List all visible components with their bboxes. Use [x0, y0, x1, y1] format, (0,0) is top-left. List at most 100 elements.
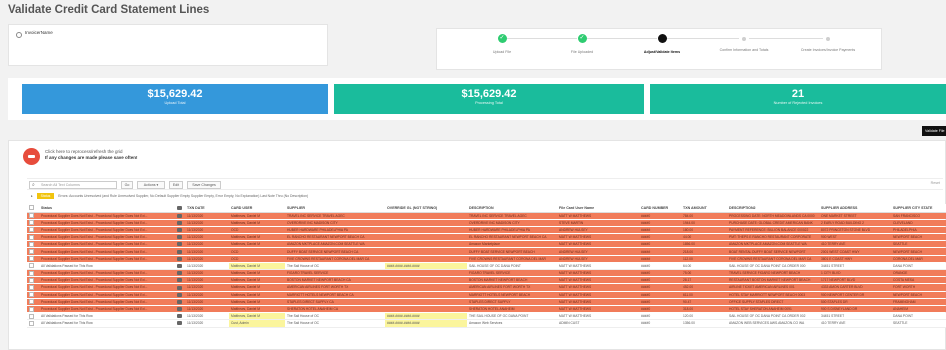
table-cell[interactable]: BOAT RENTAL DUFFY BOAT SERVICE NEWPORT [727, 247, 819, 256]
table-cell[interactable]: Procedural Supplier Does Not Exist - Pro… [39, 298, 175, 306]
table-cell[interactable]: FIVE CROWNS RESTAURANT CORONA DEL MAR CA [285, 255, 385, 263]
save-changes-button[interactable]: Save Changes [187, 181, 221, 189]
table-row[interactable]: Procedural Supplier Does Not Exist - Pro… [27, 298, 946, 306]
row-checkbox[interactable] [29, 256, 34, 262]
table-cell[interactable]: 90.47 [681, 298, 727, 306]
table-cell[interactable]: Procedural Supplier Does Not Exist - Pro… [39, 226, 175, 235]
table-cell[interactable]: SAIL HOUSE OF OC DANA POINT [467, 262, 557, 271]
table-cell[interactable]: 64.00 [681, 262, 727, 271]
table-cell[interactable]: MATT W MATTHEWS [557, 312, 639, 321]
table-cell[interactable]: Procedural Supplier Does Not Exist - Pro… [39, 283, 175, 292]
table-row[interactable]: All Validations Passed for This Row 11/13… [27, 319, 946, 328]
table-cell[interactable]: TRAVEL INC SERVICE TRAVEL AGEC [467, 212, 557, 220]
table-cell[interactable]: ####0 [639, 291, 681, 299]
table-cell[interactable]: ####-####-####-#### [385, 262, 467, 271]
table-cell[interactable]: STEVE MARTIN [557, 219, 639, 227]
table-cell[interactable]: 180.00 [681, 226, 727, 235]
column-header[interactable]: DESCRIPTION2 [727, 204, 819, 213]
table-cell[interactable]: 1356.00 [681, 319, 727, 328]
table-cell[interactable]: 34451 STREET [819, 262, 891, 271]
row-checkbox[interactable] [29, 292, 34, 298]
reset-button[interactable]: Reset [931, 181, 940, 185]
column-header[interactable]: SUPPLIER CITY STATE [891, 204, 946, 213]
table-cell[interactable]: HUBER HARDWARE PHILADELPHIA PA [285, 226, 385, 235]
table-cell[interactable]: SAN FRANCISCO [891, 212, 946, 220]
table-cell[interactable]: 2 EARLY ROAD BUILDING 2 [819, 219, 891, 227]
table-cell[interactable]: 218.00 [681, 247, 727, 256]
table-cell[interactable]: Amazon Web Services [467, 319, 557, 328]
table-cell[interactable]: 1944.00 [681, 219, 727, 227]
table-cell[interactable] [385, 247, 467, 256]
table-cell[interactable]: ##### [639, 247, 681, 256]
table-cell[interactable]: Procedural Supplier Does Not Exist - Pro… [39, 255, 175, 263]
table-cell[interactable]: The Sail House of OC [285, 319, 385, 328]
table-row[interactable]: Procedural Supplier Does Not Exist - Pro… [27, 226, 946, 235]
table-cell[interactable]: SHERATON HOTEL ANAHEIM CA [285, 305, 385, 314]
table-cell[interactable]: BOSTON MARKET NEWPORT BEACH [467, 276, 557, 285]
user-radio[interactable] [16, 32, 22, 38]
table-cell[interactable]: MATT W MATTHEWS [557, 233, 639, 242]
table-cell[interactable]: Matthews, Daniel M [229, 240, 285, 249]
table-cell[interactable]: 410 TERRY AVE [819, 240, 891, 249]
table-cell[interactable]: 11/13/2020 [185, 291, 229, 299]
table-cell[interactable]: Matthews, Daniel M [229, 233, 285, 242]
table-cell[interactable]: OCD [229, 226, 285, 235]
table-cell[interactable] [385, 276, 467, 285]
table-row[interactable]: All Validations Passed for This Row 11/13… [27, 262, 946, 271]
table-cell[interactable]: ####0 [639, 269, 681, 278]
column-header[interactable]: OVERRIDE GL (NOT STRING) [385, 204, 467, 213]
table-cell[interactable]: BOSTON MARKET NEWPORT BEACH CA [285, 276, 385, 285]
table-cell[interactable]: 11/13/2020 [185, 298, 229, 306]
table-cell[interactable] [385, 291, 467, 299]
table-cell[interactable]: AMAZON WEB SERVICES AWS.AMAZON.CO WA [727, 319, 819, 328]
table-cell[interactable]: MARRIOTT HOTELS NEWPORT BEACH [467, 291, 557, 299]
edit-button[interactable]: Edit [169, 181, 183, 189]
table-cell[interactable] [385, 219, 467, 227]
edit-icon[interactable] [177, 271, 182, 276]
table-cell[interactable]: 11/13/2020 [185, 319, 229, 328]
table-cell[interactable]: 2001 WEST COAST HWY [819, 247, 891, 256]
table-cell[interactable]: ORANGE [891, 269, 946, 278]
table-cell[interactable]: 11/13/2020 [185, 233, 229, 242]
table-cell[interactable]: HOTEL STAY SHERATON ANAHEIM 0091 [727, 305, 819, 314]
table-cell[interactable]: 3801 E COAST HWY [819, 255, 891, 263]
edit-icon[interactable] [177, 213, 182, 218]
row-checkbox[interactable] [29, 220, 34, 226]
edit-icon[interactable] [177, 285, 182, 290]
edit-icon[interactable] [177, 292, 182, 297]
search-input[interactable]: ⌕ Search All Text Columns [29, 181, 117, 189]
table-row[interactable]: Procedural Supplier Does Not Exist - Pro… [27, 247, 946, 256]
table-cell[interactable] [385, 283, 467, 292]
table-cell[interactable]: FIGARO TRAVEL SERVICE [285, 269, 385, 278]
table-cell[interactable]: Matthews, Daniel M [229, 283, 285, 292]
table-row[interactable]: Procedural Supplier Does Not Exist - Pro… [27, 219, 946, 227]
table-cell[interactable]: 410 TERRY AVE [819, 319, 891, 328]
table-cell[interactable]: 11/13/2020 [185, 276, 229, 285]
table-cell[interactable]: ANDREW HULSEY [557, 226, 639, 235]
table-cell[interactable]: OVERDRIVE INC MADISON CITY [467, 219, 557, 227]
table-cell[interactable]: AIRLINE TICKET AMERICAN AIRLINES 001 [727, 283, 819, 292]
table-cell[interactable]: AMERICAN AIRLINES FORT WORTH TX [467, 283, 557, 292]
table-cell[interactable]: 11/13/2020 [185, 226, 229, 235]
table-cell[interactable]: CLEVELAND [891, 219, 946, 227]
table-cell[interactable]: ####0 [639, 233, 681, 242]
table-cell[interactable]: 75.00 [681, 269, 727, 278]
table-cell[interactable]: Amazon Marketplace [467, 240, 557, 249]
table-cell[interactable]: HUBER HARDWARE PHILADELPHIA PA [467, 226, 557, 235]
column-header[interactable]: TXN AMOUNT [681, 204, 727, 213]
table-cell[interactable]: Matthews, Daniel M [229, 219, 285, 227]
table-cell[interactable]: 11/13/2020 [185, 247, 229, 256]
filter-expand-icon[interactable]: ▸ [31, 194, 33, 198]
table-row[interactable]: Procedural Supplier Does Not Exist - Pro… [27, 233, 946, 242]
table-cell[interactable]: FIVE CROWNS RESTAURANT CORONA DEL MAR CA [727, 255, 819, 263]
table-cell[interactable]: PROCESSING DATE: NORTH MEADOWLANDS CA 00… [727, 212, 819, 220]
table-cell[interactable]: NEWPORT BEACH [891, 291, 946, 299]
table-cell[interactable]: STAPLES DIRECT SUPPLY CA [285, 298, 385, 306]
table-cell[interactable]: 112.00 [681, 255, 727, 263]
table-cell[interactable]: ####0 [639, 305, 681, 314]
table-cell[interactable]: 1 CITY BLVD [819, 269, 891, 278]
filter-tag[interactable]: Status [36, 193, 55, 199]
table-cell[interactable]: ####0 [639, 262, 681, 271]
table-cell[interactable]: MATT W MATTHEWS [557, 283, 639, 292]
table-cell[interactable]: NEWPORT BEACH [891, 247, 946, 256]
